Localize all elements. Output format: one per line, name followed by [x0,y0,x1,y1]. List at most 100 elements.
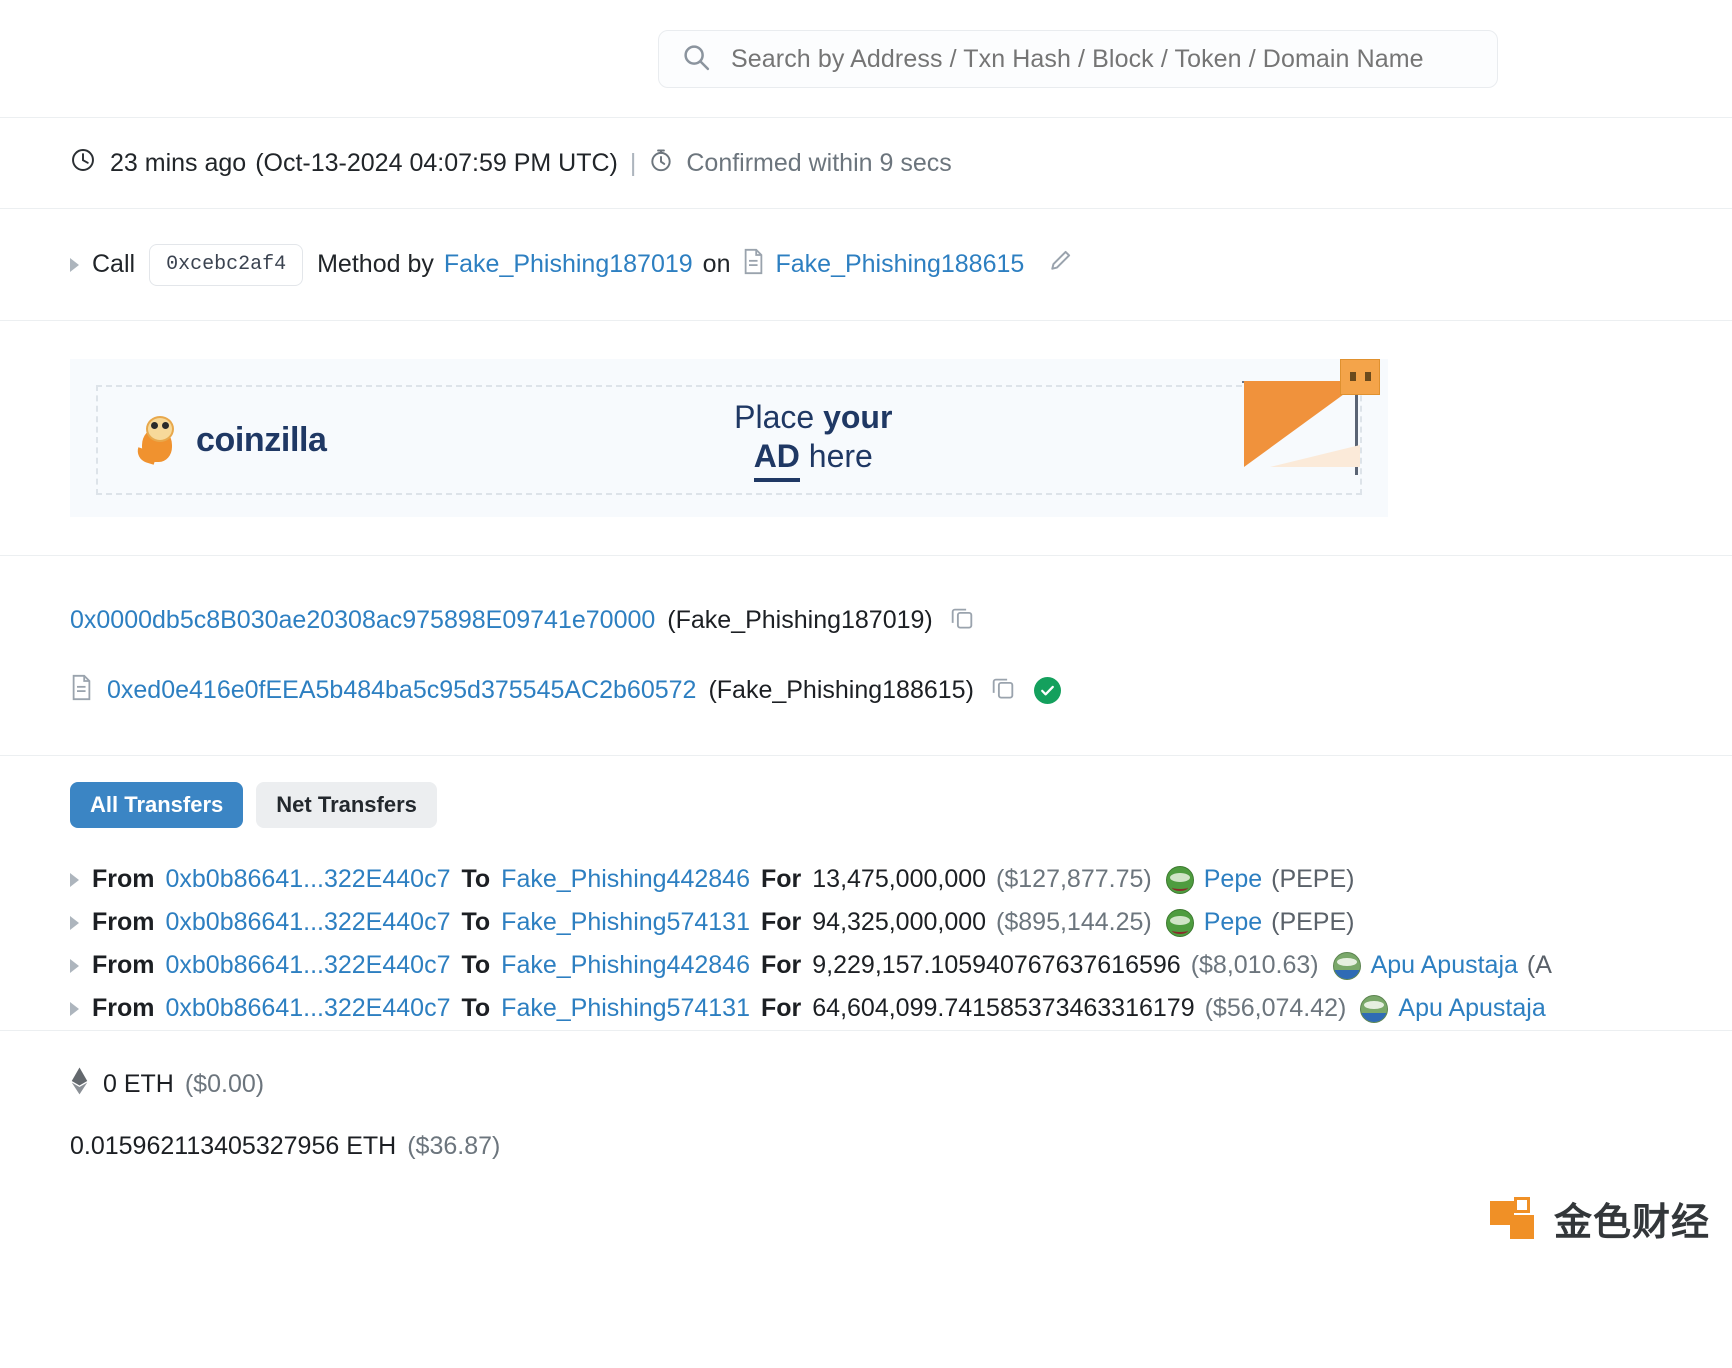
table-row: From 0xb0b86641...322E440c7 To Fake_Phis… [0,858,1354,901]
to-label: To [461,908,491,936]
transfer-to-link[interactable]: Fake_Phishing442846 [501,951,750,980]
to-contract-link[interactable]: 0xed0e416e0fEEA5b484ba5c95d375545AC2b605… [107,676,696,705]
watermark: 金色财经 [1489,1191,1710,1246]
transfer-from-link[interactable]: 0xb0b86641...322E440c7 [166,994,451,1023]
timestamp-separator: | [629,148,637,177]
transfer-token-link[interactable]: Pepe [1204,908,1262,937]
transfer-to-link[interactable]: Fake_Phishing442846 [501,865,750,894]
pepe-token-icon [1165,908,1194,937]
transfer-expand-caret-icon[interactable] [70,872,79,887]
search-icon [681,42,711,77]
from-label: From [92,951,155,979]
ad-line1-b: your [823,398,893,435]
from-address-row: 0x0000db5c8B030ae20308ac975898E09741e700… [0,586,975,656]
transfer-expand-caret-icon[interactable] [70,915,79,930]
ad-headline: Place your AD here [267,398,1360,483]
pencil-icon[interactable] [1046,247,1074,282]
for-label: For [760,951,802,979]
transfer-expand-caret-icon[interactable] [70,1001,79,1016]
to-label: To [461,865,491,893]
search-input[interactable] [729,43,1475,75]
for-label: For [760,908,802,936]
from-address-link[interactable]: 0x0000db5c8B030ae20308ac975898E09741e700… [70,606,655,635]
search-bar[interactable] [658,30,1498,88]
transfer-token-link[interactable]: Apu Apustaja [1398,994,1545,1023]
transfer-token-symbol: (A [1526,951,1552,979]
addresses-band: 0x0000db5c8B030ae20308ac975898E09741e700… [0,556,1732,756]
method-band: Call 0xcebc2af4 Method by Fake_Phishing1… [0,209,1732,321]
method-signature-chip[interactable]: 0xcebc2af4 [149,243,304,286]
from-label: From [92,908,155,936]
document-icon [742,248,765,282]
ad-headline-line1: Place your [267,398,1360,437]
to-label: To [461,951,491,979]
eth-amount: 0 ETH [103,1069,174,1098]
method-caller-link[interactable]: Fake_Phishing187019 [444,250,693,279]
ad-dashed-frame: coinzilla Place your AD here [96,385,1362,495]
timestamp-relative: 23 mins ago [110,148,247,177]
fee-usd-value: ($36.87) [407,1131,501,1160]
timestamp-row: 23 mins ago (Oct-13-2024 04:07:59 PM UTC… [70,147,952,180]
table-row: From 0xb0b86641...322E440c7 To Fake_Phis… [0,987,1555,1030]
advertisement-band: coinzilla Place your AD here [0,321,1732,556]
table-row: From 0xb0b86641...322E440c7 To Fake_Phis… [0,944,1552,987]
transfer-amount: 9,229,157.105940767637616596 [812,951,1181,979]
transfer-token-link[interactable]: Apu Apustaja [1371,951,1518,980]
transfer-token-link[interactable]: Pepe [1204,865,1262,894]
ad-headline-line2: AD here [267,437,1360,483]
to-contract-tag: (Fake_Phishing188615) [708,676,974,704]
ad-line2-a: AD [753,437,800,483]
transfer-from-link[interactable]: 0xb0b86641...322E440c7 [166,908,451,937]
site-header [0,0,1732,118]
tab-all-transfers[interactable]: All Transfers [70,782,244,828]
pepe-token-icon [1165,865,1194,894]
tab-net-transfers[interactable]: Net Transfers [256,782,437,828]
call-label: Call [92,250,136,278]
to-label: To [461,994,491,1022]
clock-icon [70,147,96,180]
transfer-to-link[interactable]: Fake_Phishing574131 [501,908,750,937]
method-expand-caret-icon[interactable] [70,257,79,272]
method-row: Call 0xcebc2af4 Method by Fake_Phishing1… [70,243,1074,286]
from-label: From [92,865,155,893]
copy-icon[interactable] [949,604,975,637]
coinzilla-ad-banner[interactable]: coinzilla Place your AD here [70,359,1388,517]
watermark-text: 金色财经 [1553,1202,1710,1244]
copy-icon[interactable] [990,674,1016,707]
transfer-from-link[interactable]: 0xb0b86641...322E440c7 [166,865,451,894]
transfer-token-symbol: (PEPE) [1271,908,1355,936]
for-label: For [760,865,802,893]
transfer-to-link[interactable]: Fake_Phishing574131 [501,994,750,1023]
from-label: From [92,994,155,1022]
method-by-label: Method by [317,250,434,278]
ad-line2-b: here [799,438,873,474]
txn-fee-row: 0.015962113405327956 ETH ($36.87) [70,1115,1732,1177]
transfer-amount: 94,325,000,000 [812,908,987,936]
for-label: For [760,994,802,1022]
stopwatch-icon [648,147,674,180]
transfer-usd-value: ($8,010.63) [1190,951,1319,979]
ethereum-diamond-icon [70,1067,89,1102]
confirmation-text: Confirmed within 9 secs [686,148,952,177]
check-circle-icon [1033,677,1061,704]
table-row: From 0xb0b86641...322E440c7 To Fake_Phis… [0,901,1354,944]
to-contract-row: 0xed0e416e0fEEA5b484ba5c95d375545AC2b605… [0,656,1061,726]
eth-usd-value: ($0.00) [184,1069,265,1098]
method-contract-link[interactable]: Fake_Phishing188615 [775,250,1024,279]
transfer-amount: 64,604,099.741585373463316179 [812,994,1195,1022]
from-address-tag: (Fake_Phishing187019) [667,606,933,634]
orange-flag-icon [1242,359,1384,487]
coinzilla-mascot-icon [134,412,182,468]
document-icon [70,674,93,708]
transfer-from-link[interactable]: 0xb0b86641...322E440c7 [166,951,451,980]
method-on-label: on [702,250,731,278]
transfers-band: All Transfers Net Transfers From 0xb0b86… [0,756,1732,1031]
jinse-logo-icon [1489,1193,1542,1245]
apu-token-icon [1332,951,1361,980]
transfer-usd-value: ($895,144.25) [996,908,1152,936]
transfer-expand-caret-icon[interactable] [70,958,79,973]
transfer-tabs: All Transfers Net Transfers [0,782,437,828]
timestamp-band: 23 mins ago (Oct-13-2024 04:07:59 PM UTC… [0,118,1732,209]
transfer-token-symbol: (PEPE) [1271,865,1355,893]
eth-value-row: 0 ETH ($0.00) [70,1053,1732,1115]
